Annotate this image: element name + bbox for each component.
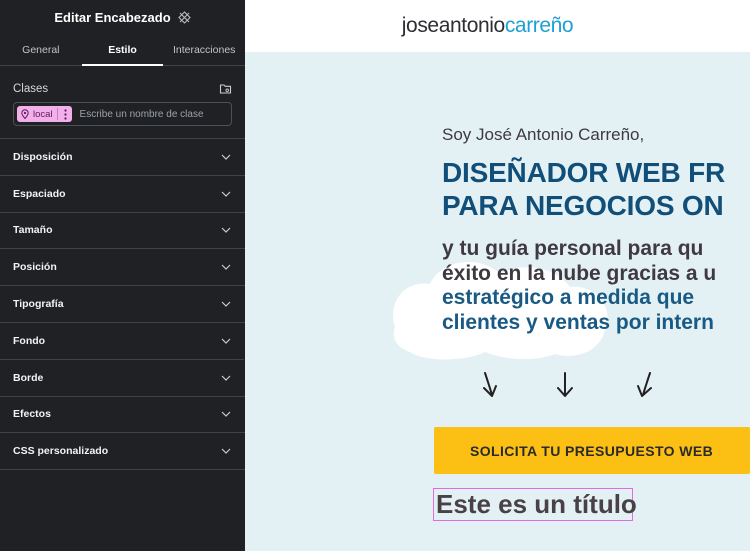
style-sections: Disposición Espaciado Tamaño Posición Ti… — [0, 139, 245, 471]
preview-canvas: Soy José Antonio Carreño, DISEÑADOR WEB … — [245, 52, 750, 551]
section-label: Borde — [13, 371, 44, 384]
section-efectos[interactable]: Efectos — [0, 397, 245, 434]
subtext-line-3: estratégico a medida que — [442, 286, 695, 309]
widget-settings-icon[interactable] — [177, 10, 191, 24]
section-borde[interactable]: Borde — [0, 360, 245, 397]
headline-line-2: PARA NEGOCIOS ON — [442, 190, 724, 221]
editor-panel: Editar Encabezado General Estilo Interac… — [0, 0, 245, 551]
section-tamano[interactable]: Tamaño — [0, 213, 245, 250]
tab-estilo[interactable]: Estilo — [81, 34, 164, 66]
intro-text: Soy José Antonio Carreño, — [442, 125, 645, 144]
classes-label: Clases — [13, 82, 49, 95]
section-label: Espaciado — [13, 187, 66, 200]
request-quote-button[interactable]: SOLICITA TU PRESUPUESTO WEB — [434, 427, 750, 474]
hero-subtext: y tu guía personal para qu éxito en la n… — [442, 237, 716, 335]
section-label: Tipografía — [13, 298, 64, 311]
logo-last: carreño — [504, 14, 574, 37]
folder-icon[interactable] — [219, 82, 232, 95]
section-css-personalizado[interactable]: CSS personalizado — [0, 433, 245, 471]
headline-line-1: DISEÑADOR WEB FR — [442, 157, 726, 188]
class-chip-local[interactable]: local — [17, 106, 72, 122]
chevron-down-icon — [221, 338, 231, 344]
section-label: Efectos — [13, 408, 51, 421]
site-logo[interactable]: joseantoniocarreño — [401, 14, 574, 38]
arrow-down-icon — [483, 372, 497, 397]
more-options-icon[interactable] — [62, 108, 69, 120]
selected-heading-widget[interactable]: Este es un título — [433, 488, 637, 521]
panel-title: Editar Encabezado — [54, 9, 171, 25]
class-selector: local — [13, 102, 232, 126]
section-tipografia[interactable]: Tipografía — [0, 286, 245, 323]
logo-first: joseantonio — [401, 14, 505, 37]
section-espaciado[interactable]: Espaciado — [0, 176, 245, 213]
panel-header: Editar Encabezado — [0, 0, 245, 34]
subtext-line-4: clientes y ventas por intern — [442, 310, 714, 334]
hero-headline: DISEÑADOR WEB FR PARA NEGOCIOS ON — [442, 156, 725, 222]
chevron-down-icon — [221, 191, 231, 197]
location-pin-icon — [20, 109, 30, 119]
chevron-down-icon — [221, 154, 231, 160]
chevron-down-icon — [221, 411, 231, 418]
section-label: CSS personalizado — [13, 445, 109, 458]
chevron-down-icon — [221, 264, 231, 271]
classes-section: Clases local — [0, 66, 245, 139]
chevron-down-icon — [221, 227, 231, 234]
arrow-down-icon — [557, 372, 573, 397]
section-disposicion[interactable]: Disposición — [0, 139, 245, 176]
subtext-line-1: y tu guía personal para qu — [442, 237, 704, 260]
subtext-line-2: éxito en la nube gracias a u — [442, 261, 717, 285]
class-name-input[interactable] — [79, 108, 220, 120]
chevron-down-icon — [221, 375, 231, 381]
section-label: Fondo — [13, 334, 46, 347]
section-label: Posición — [13, 261, 57, 274]
site-header: joseantoniocarreño — [245, 0, 750, 52]
section-label: Tamaño — [13, 224, 53, 237]
tab-general[interactable]: General — [0, 34, 82, 65]
section-posicion[interactable]: Posición — [0, 249, 245, 287]
tab-interacciones[interactable]: Interacciones — [163, 34, 245, 65]
chevron-down-icon — [221, 448, 231, 455]
chevron-down-icon — [221, 301, 231, 307]
class-chip-label: local — [33, 108, 53, 120]
section-fondo[interactable]: Fondo — [0, 323, 245, 360]
arrow-down-icon — [637, 372, 652, 397]
section-label: Disposición — [13, 150, 73, 163]
chip-divider — [56, 108, 58, 120]
panel-tabs: General Estilo Interacciones — [0, 34, 245, 66]
